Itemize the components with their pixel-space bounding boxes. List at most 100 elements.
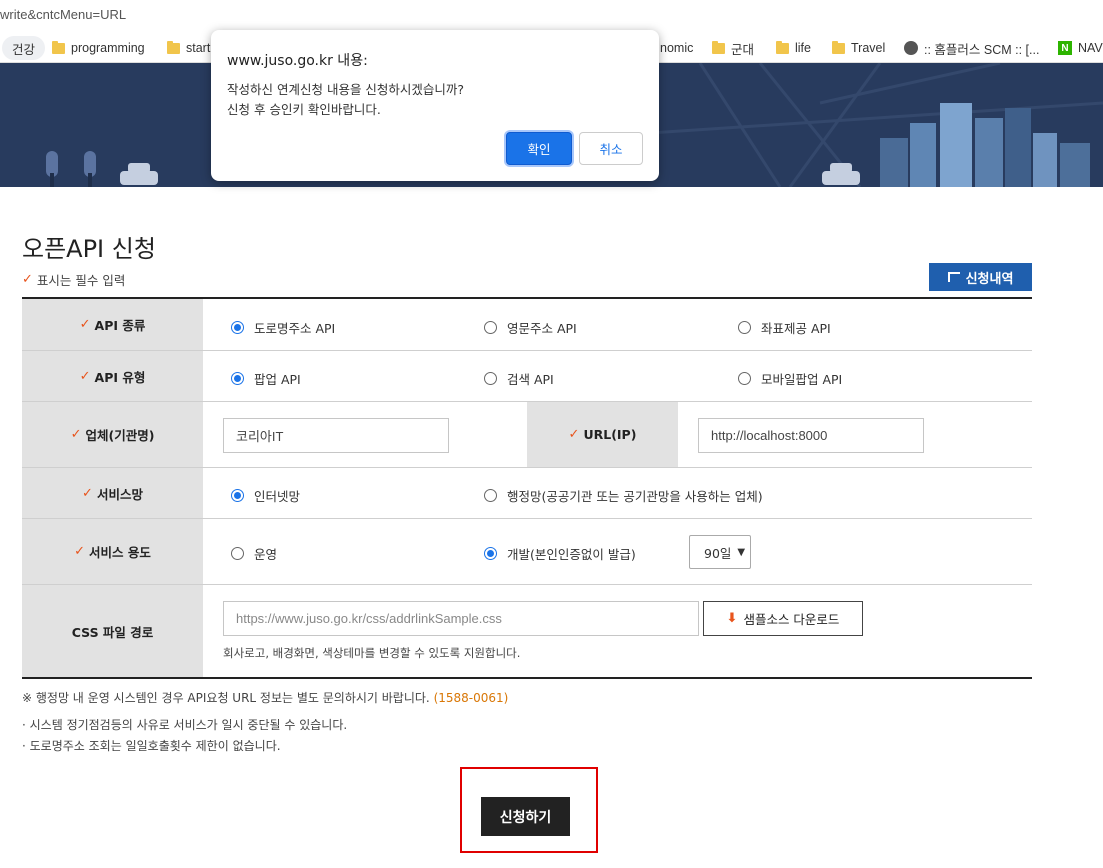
sample-source-download-button[interactable]: ⬇ 샘플소스 다운로드 xyxy=(703,601,863,636)
admin-note-text: ※ 행정망 내 운영 시스템인 경우 API요청 URL 정보는 별도 문의하시… xyxy=(22,691,430,705)
bookmark-travel[interactable]: Travel xyxy=(832,33,885,63)
radio-development[interactable]: 개발(본인인증없이 발급) xyxy=(484,544,636,563)
dialog-title: www.juso.go.kr 내용: xyxy=(227,53,368,69)
bookmark-homeplus[interactable]: :: 홈플러스 SCM :: [... xyxy=(904,33,1039,63)
radio-road-address-api[interactable]: 도로명주소 API xyxy=(231,318,335,337)
required-note: ✓ 표시는 필수 입력 xyxy=(22,270,125,289)
row-service-usage: ✓ 서비스 용도 운영 개발(본인인증없이 발급) 90일 ▼ xyxy=(22,519,1032,585)
application-history-button[interactable]: 신청내역 xyxy=(929,263,1032,291)
submit-application-button[interactable]: 신청하기 xyxy=(481,797,570,836)
row-api-type: ✓ API 종류 도로명주소 API 영문주소 API 좌표제공 API xyxy=(22,299,1032,351)
radio-icon xyxy=(484,321,497,334)
bookmark-label: NAV xyxy=(1078,41,1103,55)
check-icon: ✓ xyxy=(79,368,91,384)
company-name-input[interactable]: 코리아IT xyxy=(223,418,449,453)
radio-admin-network[interactable]: 행정망(공공기관 또는 공기관망을 사용하는 업체) xyxy=(484,486,763,505)
radio-label: 팝업 API xyxy=(254,372,301,387)
bookmark-label: 군대 xyxy=(731,42,755,57)
radio-internet-network[interactable]: 인터넷망 xyxy=(231,486,300,505)
label-service-usage: ✓ 서비스 용도 xyxy=(22,519,203,584)
radio-mobile-popup-api[interactable]: 모바일팝업 API xyxy=(738,369,842,388)
label-text: API 종류 xyxy=(94,318,146,333)
confirm-dialog: www.juso.go.kr 내용: 작성하신 연계신청 내용을 신청하시겠습니… xyxy=(211,30,659,181)
row-css-path: CSS 파일 경로 https://www.juso.go.kr/css/add… xyxy=(22,585,1032,677)
url-input[interactable]: http://localhost:8000 xyxy=(698,418,924,453)
radio-label: 모바일팝업 API xyxy=(761,372,843,387)
label-text: 업체(기관명) xyxy=(85,428,155,443)
radio-label: 행정망(공공기관 또는 공기관망을 사용하는 업체) xyxy=(507,489,763,504)
radio-icon xyxy=(484,489,497,502)
bookmark-start[interactable]: start xyxy=(167,33,210,63)
radio-label: 검색 API xyxy=(507,372,554,387)
bookmark-nomic[interactable]: nomic xyxy=(660,33,693,63)
url-text: write&cntcMenu=URL xyxy=(0,7,127,22)
radio-selected-icon xyxy=(231,372,244,385)
radio-search-api[interactable]: 검색 API xyxy=(484,369,554,388)
bookmark-label: 건강 xyxy=(12,42,36,57)
required-note-text: 표시는 필수 입력 xyxy=(36,273,126,288)
page-title: 오픈API 신청 xyxy=(22,235,156,263)
radio-operation[interactable]: 운영 xyxy=(231,544,277,563)
css-path-input[interactable]: https://www.juso.go.kr/css/addrlinkSampl… xyxy=(223,601,699,636)
label-text: API 유형 xyxy=(94,369,146,385)
bookmark-label: Travel xyxy=(851,41,886,55)
check-icon: ✓ xyxy=(22,272,33,287)
label-css-path: CSS 파일 경로 xyxy=(22,585,203,677)
radio-popup-api[interactable]: 팝업 API xyxy=(231,369,301,388)
dialog-message: 작성하신 연계신청 내용을 신청하시겠습니까? 신청 후 승인키 확인바랍니다. xyxy=(227,80,464,120)
check-icon: ✓ xyxy=(82,485,93,501)
bookmark-label: start xyxy=(186,41,211,55)
call-limit-note: · 도로명주소 조회는 일일호출횟수 제한이 없습니다. xyxy=(22,739,281,753)
label-service-network: ✓ 서비스망 xyxy=(22,468,203,518)
css-path-helper-text: 회사로고, 배경화면, 색상테마를 변경할 수 있도록 지원합니다. xyxy=(223,646,521,660)
list-edit-icon xyxy=(947,272,960,282)
bookmark-military[interactable]: 군대 xyxy=(712,33,754,63)
dialog-ok-button[interactable]: 확인 xyxy=(506,132,572,165)
period-select[interactable]: 90일 ▼ xyxy=(689,535,751,569)
check-icon: ✓ xyxy=(568,427,580,442)
check-icon: ✓ xyxy=(70,427,82,442)
maintenance-note: · 시스템 정기점검등의 사유로 서비스가 일시 중단될 수 있습니다. xyxy=(22,718,348,732)
bookmark-life[interactable]: life xyxy=(776,33,811,63)
bookmark-tab-group[interactable]: 건강 xyxy=(2,36,46,60)
api-application-form: ✓ API 종류 도로명주소 API 영문주소 API 좌표제공 API ✓ A… xyxy=(22,297,1032,679)
period-value: 90일 xyxy=(704,545,732,561)
radio-label: 운영 xyxy=(254,547,278,562)
download-icon: ⬇ xyxy=(726,611,738,626)
bookmark-label: programming xyxy=(71,41,145,55)
dialog-cancel-button[interactable]: 취소 xyxy=(579,132,643,165)
radio-label: 좌표제공 API xyxy=(761,321,831,336)
check-icon: ✓ xyxy=(74,544,86,559)
bookmark-naver[interactable]: N NAV xyxy=(1058,33,1103,63)
folder-icon xyxy=(712,40,725,54)
label-text: CSS 파일 경로 xyxy=(71,624,154,640)
dialog-message-line1: 작성하신 연계신청 내용을 신청하시겠습니까? xyxy=(227,82,465,97)
naver-icon: N xyxy=(1058,41,1072,55)
radio-icon xyxy=(484,372,497,385)
folder-icon xyxy=(776,40,789,54)
address-bar[interactable]: write&cntcMenu=URL xyxy=(0,0,1103,33)
radio-label: 인터넷망 xyxy=(254,489,301,504)
label-url: ✓ URL(IP) xyxy=(527,402,678,467)
radio-label: 영문주소 API xyxy=(507,321,577,336)
bookmark-label: :: 홈플러스 SCM :: [... xyxy=(924,42,1040,57)
chevron-down-icon: ▼ xyxy=(737,546,746,558)
label-api-type: ✓ API 종류 xyxy=(22,299,203,350)
admin-network-note: ※ 행정망 내 운영 시스템인 경우 API요청 URL 정보는 별도 문의하시… xyxy=(22,689,508,706)
label-text: 서비스 용도 xyxy=(89,545,151,560)
bookmark-label: nomic xyxy=(660,41,694,55)
globe-icon xyxy=(904,41,918,55)
download-button-label: 샘플소스 다운로드 xyxy=(743,612,840,627)
radio-icon xyxy=(738,321,751,334)
radio-english-address-api[interactable]: 영문주소 API xyxy=(484,318,577,337)
folder-icon xyxy=(52,40,65,54)
contact-phone: (1588-0061) xyxy=(433,691,509,705)
radio-coordinate-api[interactable]: 좌표제공 API xyxy=(738,318,831,337)
folder-icon xyxy=(832,40,845,54)
bookmark-programming[interactable]: programming xyxy=(52,33,145,63)
row-service-network: ✓ 서비스망 인터넷망 행정망(공공기관 또는 공기관망을 사용하는 업체) xyxy=(22,468,1032,519)
row-company-url: ✓ 업체(기관명) 코리아IT ✓ URL(IP) http://localho… xyxy=(22,402,1032,468)
radio-label: 도로명주소 API xyxy=(254,321,336,336)
radio-selected-icon xyxy=(484,547,497,560)
label-company: ✓ 업체(기관명) xyxy=(22,402,203,467)
